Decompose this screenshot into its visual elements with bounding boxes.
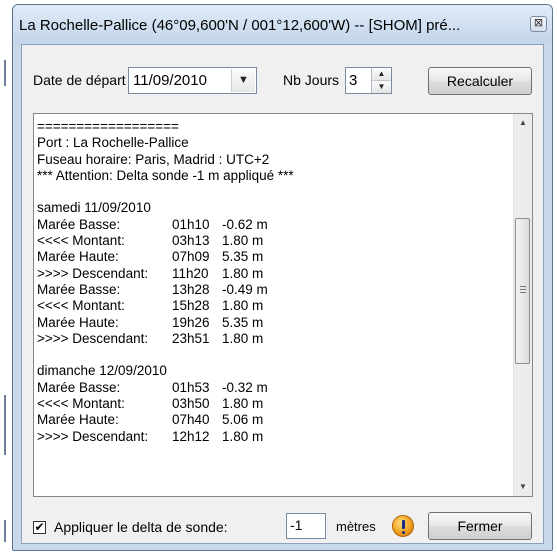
tide-event: Marée Basse:: [37, 379, 121, 395]
date-dropdown-button[interactable]: ▼: [231, 69, 255, 92]
tide-height: 1.80 m: [222, 330, 264, 346]
day-title: dimanche 12/09/2010: [37, 363, 167, 379]
day-title-line: dimanche 12/09/2010: [37, 363, 294, 379]
tide-report-text: ================== Port : La Rochelle-Pal…: [37, 119, 294, 445]
report-header-line: Fuseau horaire: Paris, Madrid : UTC+2: [37, 152, 294, 168]
tide-time: 11h20: [172, 265, 209, 281]
date-label: Date de départ: [33, 72, 126, 88]
chevron-down-icon: ▼: [238, 74, 249, 86]
nbjours-label: Nb Jours: [283, 72, 340, 88]
thumb-grip: [520, 286, 526, 287]
nbjours-spinner[interactable]: 3 ▲ ▼: [345, 67, 392, 94]
spin-up-button[interactable]: ▲: [372, 68, 391, 81]
tide-event: Marée Basse:: [37, 216, 121, 232]
tide-row: >>>> Descendant: 23h51 1.80 m: [37, 331, 294, 347]
tide-row: Marée Haute: 19h26 5.35 m: [37, 315, 294, 331]
tide-time: 15h28: [172, 298, 210, 314]
tide-row: Marée Haute: 07h40 5.06 m: [37, 412, 294, 428]
tide-row: <<<< Montant: 03h13 1.80 m: [37, 233, 294, 249]
unit-label: mètres: [336, 519, 376, 534]
nbjours-value[interactable]: 3: [349, 72, 357, 89]
tide-time: 07h09: [172, 249, 210, 265]
tide-height: 5.06 m: [222, 412, 264, 428]
close-window-button[interactable]: ⊠: [530, 16, 547, 32]
background-window-edge: [4, 520, 6, 542]
tide-row: Marée Haute: 07h09 5.35 m: [37, 249, 294, 265]
title-bar[interactable]: La Rochelle-Pallice (46°09,600'N / 001°1…: [13, 5, 552, 44]
tide-event: >>>> Descendant:: [37, 330, 149, 346]
tide-event: <<<< Montant:: [37, 298, 125, 314]
date-picker[interactable]: 11/09/2010 ▼: [128, 67, 257, 94]
tide-time: 12h12: [172, 428, 210, 444]
report-header-text: ==================: [37, 119, 179, 134]
tide-event: Marée Haute:: [37, 412, 119, 428]
report-header-text: Port : La Rochelle-Pallice: [37, 135, 189, 151]
tide-time: 13h28: [172, 281, 210, 297]
scroll-up-button[interactable]: ▲: [514, 114, 532, 131]
tide-event: Marée Haute:: [37, 249, 119, 265]
recalculate-button[interactable]: Recalculer: [428, 67, 532, 95]
tide-height: -0.32 m: [222, 379, 268, 395]
desktop-edge: [0, 0, 12, 555]
delta-checkbox-label[interactable]: Appliquer le delta de sonde:: [54, 519, 228, 535]
background-window-edge: [4, 60, 6, 86]
tide-height: -0.62 m: [222, 216, 268, 232]
tide-time: 19h26: [172, 314, 210, 330]
report-header-text: *** Attention: Delta sonde -1 m appliqué…: [37, 167, 294, 183]
tide-event: <<<< Montant:: [37, 396, 125, 412]
tide-height: 5.35 m: [222, 249, 264, 265]
tide-event: >>>> Descendant:: [37, 265, 149, 281]
tide-height: 5.35 m: [222, 314, 264, 330]
report-header-line: *** Attention: Delta sonde -1 m appliqué…: [37, 168, 294, 184]
tide-row: <<<< Montant: 03h50 1.80 m: [37, 396, 294, 412]
tide-time: 03h50: [172, 396, 210, 412]
spin-down-button[interactable]: ▼: [372, 81, 391, 93]
tide-row: <<<< Montant: 15h28 1.80 m: [37, 298, 294, 314]
spinner-buttons: ▲ ▼: [371, 68, 391, 93]
tide-height: -0.49 m: [222, 281, 268, 297]
tide-row: >>>> Descendant: 12h12 1.80 m: [37, 429, 294, 445]
report-header-line: Port : La Rochelle-Pallice: [37, 135, 294, 151]
tide-height: 1.80 m: [222, 265, 264, 281]
tide-event: Marée Haute:: [37, 314, 119, 330]
tide-time: 01h10: [172, 216, 210, 232]
tide-height: 1.80 m: [222, 428, 264, 444]
day-title: samedi 11/09/2010: [37, 200, 151, 216]
background-window-edge: [4, 395, 6, 455]
tide-height: 1.80 m: [222, 396, 264, 412]
window-title: La Rochelle-Pallice (46°09,600'N / 001°1…: [19, 17, 461, 34]
day-title-line: samedi 11/09/2010: [37, 200, 294, 216]
tide-height: 1.80 m: [222, 298, 264, 314]
tide-time: 07h40: [172, 412, 210, 428]
tide-event: >>>> Descendant:: [37, 428, 149, 444]
delta-checkbox[interactable]: ✔: [33, 521, 46, 534]
tide-time: 23h51: [172, 330, 210, 346]
vertical-scrollbar[interactable]: ▲ ▼: [513, 114, 532, 496]
warning-icon[interactable]: [392, 515, 414, 537]
scroll-thumb[interactable]: [515, 218, 530, 364]
tide-event: Marée Basse:: [37, 281, 121, 297]
tide-height: 1.80 m: [222, 233, 264, 249]
dialog-body: Date de départ 11/09/2010 ▼ Nb Jours 3 ▲…: [21, 44, 544, 544]
delta-input[interactable]: -1: [286, 513, 326, 539]
tide-row: Marée Basse: 01h53 -0.32 m: [37, 380, 294, 396]
tide-row: >>>> Descendant: 11h20 1.80 m: [37, 266, 294, 282]
tide-time: 03h13: [172, 233, 210, 249]
thumb-grip: [520, 292, 526, 293]
thumb-grip: [520, 289, 526, 290]
tide-time: 01h53: [172, 379, 210, 395]
tide-window: La Rochelle-Pallice (46°09,600'N / 001°1…: [12, 4, 553, 551]
report-header-line: ==================: [37, 119, 294, 135]
tide-row: Marée Basse: 13h28 -0.49 m: [37, 282, 294, 298]
tide-report-textbox[interactable]: ================== Port : La Rochelle-Pal…: [33, 113, 533, 497]
scroll-down-button[interactable]: ▼: [514, 478, 532, 495]
tide-row: Marée Basse: 01h10 -0.62 m: [37, 217, 294, 233]
tide-event: <<<< Montant:: [37, 233, 125, 249]
delta-value[interactable]: -1: [290, 517, 302, 533]
date-value[interactable]: 11/09/2010: [133, 72, 207, 89]
close-button[interactable]: Fermer: [428, 512, 532, 540]
report-header-text: Fuseau horaire: Paris, Madrid : UTC+2: [37, 151, 270, 167]
